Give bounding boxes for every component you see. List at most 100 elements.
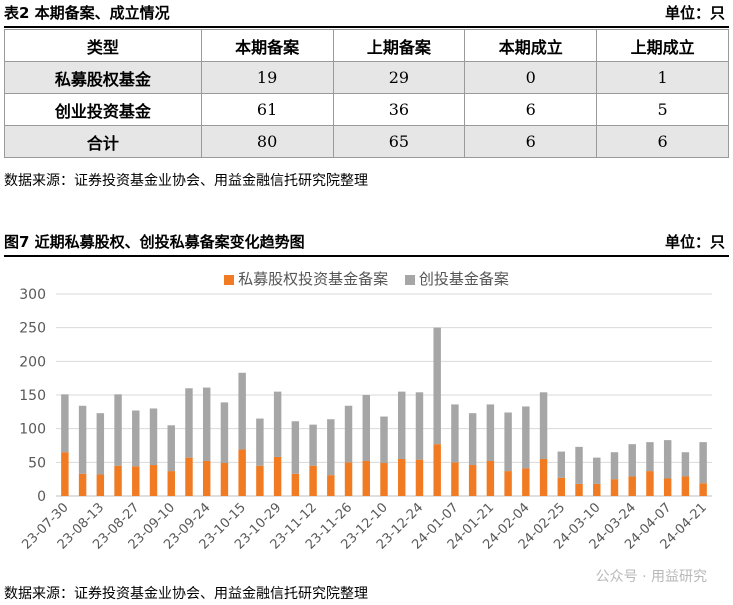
table-caption: 表2 本期备案、成立情况	[4, 4, 170, 22]
bar-pe	[61, 452, 69, 496]
bar-vc	[344, 405, 353, 463]
bar-vc	[451, 404, 459, 463]
bar-vc	[78, 405, 87, 474]
bar-pe	[415, 459, 424, 496]
bar-pe	[610, 479, 619, 496]
row-type: 创业投资基金	[4, 93, 202, 126]
bar-vc	[398, 391, 406, 459]
bar-vc	[238, 372, 246, 450]
bar-pe	[238, 449, 246, 496]
bar-vc	[220, 402, 229, 464]
bar-pe	[593, 483, 601, 496]
bar-vc	[61, 394, 69, 453]
bar-pe	[167, 471, 175, 496]
bar-vc	[575, 446, 583, 484]
table-row: 创业投资基金 61 36 6 5	[4, 93, 729, 126]
bar-pe	[398, 458, 406, 496]
bar-vc	[132, 410, 140, 467]
y-tick-label: 300	[19, 287, 46, 303]
bar-vc	[309, 424, 317, 466]
bar-vc	[380, 416, 388, 464]
bar-pe	[344, 462, 353, 496]
row-type: 合计	[4, 125, 202, 158]
figure-caption: 图7 近期私募股权、创投私募备案变化趋势图	[4, 233, 305, 251]
stacked-bar-chart: 05010015020025030023-07-3023-08-1323-08-…	[19, 287, 712, 553]
bar-pe	[309, 465, 317, 496]
bar-vc	[256, 418, 264, 466]
bar-vc	[114, 394, 122, 466]
header-previous-filing: 上期备案	[332, 29, 466, 62]
y-tick-label: 0	[37, 489, 46, 505]
bar-pe	[575, 483, 583, 496]
bar-pe	[539, 458, 548, 496]
bar-vc	[486, 404, 495, 461]
row-cell: 61	[200, 93, 334, 126]
bar-vc	[593, 457, 601, 484]
row-cell: 80	[200, 125, 334, 158]
bar-vc	[699, 442, 707, 484]
row-cell: 5	[596, 93, 729, 126]
bar-vc	[96, 413, 105, 475]
y-tick-label: 150	[19, 388, 46, 404]
row-cell: 6	[464, 93, 598, 126]
bar-pe	[291, 473, 300, 496]
row-cell: 65	[332, 125, 466, 158]
bar-pe	[185, 457, 193, 496]
bar-vc	[681, 452, 690, 477]
table-row: 私募股权基金 19 29 0 1	[4, 61, 729, 94]
row-cell: 0	[464, 61, 598, 94]
bar-pe	[114, 465, 122, 496]
bar-pe	[273, 456, 282, 496]
bar-pe	[96, 474, 105, 496]
bar-vc	[291, 421, 300, 474]
figure-unit: 单位：只	[664, 233, 725, 251]
bar-pe	[646, 471, 654, 496]
bar-pe	[149, 465, 158, 496]
bar-vc	[327, 419, 335, 476]
bar-pe	[433, 444, 441, 496]
bar-vc	[273, 391, 282, 457]
row-cell: 36	[332, 93, 466, 126]
y-tick-label: 100	[19, 422, 46, 438]
bar-vc	[362, 395, 370, 461]
bar-pe	[451, 462, 459, 496]
header-current-filing: 本期备案	[200, 29, 334, 62]
row-cell: 6	[464, 125, 598, 158]
bar-vc	[202, 387, 211, 461]
bar-vc	[149, 408, 158, 466]
filing-table: 类型 本期备案 上期备案 本期成立 上期成立 私募股权基金 19 29 0 1 …	[4, 29, 729, 158]
table-header-row: 类型 本期备案 上期备案 本期成立 上期成立	[4, 29, 729, 62]
y-tick-label: 250	[19, 321, 46, 337]
bar-pe	[663, 478, 672, 496]
bar-vc	[415, 392, 424, 460]
y-tick-label: 200	[19, 354, 46, 370]
watermark-text: 公众号 · 用益研究	[595, 569, 707, 585]
row-cell: 19	[200, 61, 334, 94]
figure-source: 数据来源：证券投资基金业协会、用益金融信托研究院整理	[4, 586, 368, 602]
bar-pe	[522, 468, 530, 496]
bar-pe	[220, 463, 229, 496]
header-current-established: 本期成立	[464, 29, 598, 62]
bar-vc	[663, 440, 672, 479]
bar-vc	[646, 442, 654, 472]
figure-top-rule	[4, 255, 729, 257]
bar-pe	[628, 476, 636, 496]
bar-pe	[132, 466, 140, 496]
row-cell: 29	[332, 61, 466, 94]
bar-vc	[522, 406, 530, 469]
table-row: 合计 80 65 6 6	[4, 125, 729, 158]
bar-pe	[468, 465, 477, 496]
bar-pe	[699, 483, 707, 496]
table-top-rule	[4, 26, 729, 28]
bar-pe	[504, 471, 512, 496]
bar-vc	[504, 412, 512, 472]
bar-vc	[610, 452, 619, 480]
bar-vc	[433, 327, 441, 445]
bar-pe	[557, 477, 566, 496]
bar-vc	[557, 451, 566, 478]
row-cell: 1	[596, 61, 729, 94]
bar-vc	[628, 444, 636, 477]
header-type: 类型	[4, 29, 202, 62]
bar-pe	[78, 473, 87, 496]
bar-pe	[486, 460, 495, 496]
